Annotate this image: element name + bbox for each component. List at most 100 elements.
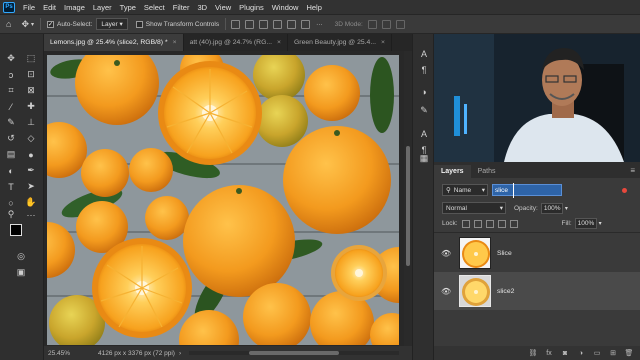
filter-toggle-icon[interactable] bbox=[622, 187, 627, 193]
more-tools-icon[interactable]: ··· bbox=[24, 208, 38, 221]
glyphs-panel-icon[interactable]: A bbox=[418, 128, 430, 140]
align-left-icon[interactable] bbox=[231, 19, 241, 29]
new-layer-icon[interactable]: ⊞ bbox=[608, 349, 618, 358]
move-tool-icon[interactable]: ✥ bbox=[4, 52, 18, 65]
dodge-icon[interactable]: ◐ bbox=[4, 164, 18, 177]
lasso-icon[interactable]: ↄ bbox=[4, 68, 18, 81]
document-canvas[interactable] bbox=[47, 55, 399, 345]
layer-thumbnail[interactable] bbox=[459, 237, 491, 269]
move-tool-icon[interactable]: ✥ bbox=[21, 19, 29, 30]
brush-settings-icon[interactable]: ✎ bbox=[418, 104, 430, 116]
chevron-down-icon[interactable]: ▾ bbox=[565, 205, 568, 212]
adjustments-panel-icon[interactable]: ◑ bbox=[418, 86, 430, 98]
horizontal-scrollbar[interactable] bbox=[189, 351, 400, 355]
tab-lemons[interactable]: Lemons.jpg @ 25.4% (slice2, RGB/8) * × bbox=[44, 34, 184, 51]
menu-help[interactable]: Help bbox=[302, 3, 325, 12]
chevron-down-icon[interactable]: ▾ bbox=[599, 220, 602, 227]
brush-icon[interactable]: ✎ bbox=[4, 116, 18, 129]
blur-icon[interactable]: ● bbox=[24, 148, 38, 161]
menu-view[interactable]: View bbox=[211, 3, 235, 12]
menu-layer[interactable]: Layer bbox=[89, 3, 116, 12]
foreground-color-swatch[interactable] bbox=[10, 224, 22, 236]
more-options-icon[interactable]: ··· bbox=[316, 21, 323, 28]
align-middle-icon[interactable] bbox=[287, 19, 297, 29]
crop-icon[interactable]: ⌗ bbox=[4, 84, 18, 97]
mask-icon[interactable]: ◙ bbox=[560, 349, 570, 358]
align-bottom-icon[interactable] bbox=[301, 19, 311, 29]
lock-all-icon[interactable] bbox=[509, 219, 518, 228]
menu-filter[interactable]: Filter bbox=[169, 3, 194, 12]
layer-name[interactable]: slice2 bbox=[497, 288, 514, 295]
vertical-scrollbar[interactable] bbox=[404, 51, 412, 346]
lock-artboard-icon[interactable] bbox=[497, 219, 506, 228]
fx-icon[interactable]: fx bbox=[544, 349, 554, 358]
tool-preset-chevron-icon[interactable]: ▾ bbox=[31, 21, 34, 28]
align-center-icon[interactable] bbox=[245, 19, 255, 29]
filter-type-select[interactable]: ⚲ Name ▾ bbox=[442, 184, 488, 196]
fill-input[interactable]: 100% bbox=[574, 218, 597, 229]
gradient-icon[interactable]: ▤ bbox=[4, 148, 18, 161]
canvas-area[interactable] bbox=[44, 51, 406, 346]
lock-transparent-icon[interactable] bbox=[461, 219, 470, 228]
trash-icon[interactable]: 🗑 bbox=[624, 349, 634, 358]
layer-row-slice2[interactable]: 👁 slice2 bbox=[434, 272, 640, 310]
menu-type[interactable]: Type bbox=[116, 3, 140, 12]
quick-mask-icon[interactable]: ◎ bbox=[14, 250, 28, 263]
tab-att40[interactable]: att (40).jpg @ 24.7% (RG... × bbox=[184, 34, 289, 51]
photoshop-logo[interactable]: Ps bbox=[3, 1, 15, 13]
adjustment-layer-icon[interactable]: ◑ bbox=[576, 349, 586, 358]
auto-select-checkbox[interactable]: ✓ Auto-Select: bbox=[47, 20, 92, 28]
path-select-icon[interactable]: ➤ bbox=[24, 180, 38, 193]
menu-plugins[interactable]: Plugins bbox=[235, 3, 268, 12]
menu-3d[interactable]: 3D bbox=[193, 3, 211, 12]
lock-pixels-icon[interactable] bbox=[473, 219, 482, 228]
menu-select[interactable]: Select bbox=[140, 3, 169, 12]
close-icon[interactable]: × bbox=[381, 39, 385, 46]
home-icon[interactable]: ⌂ bbox=[6, 19, 11, 29]
auto-select-target-select[interactable]: Layer ▾ bbox=[96, 18, 128, 30]
eye-icon[interactable]: 👁 bbox=[441, 249, 451, 258]
swatches-panel-icon[interactable]: ▦ bbox=[418, 152, 430, 164]
opacity-input[interactable]: 100% bbox=[540, 202, 563, 214]
panel-menu-icon[interactable]: ≡ bbox=[630, 166, 635, 175]
menu-window[interactable]: Window bbox=[268, 3, 303, 12]
menu-image[interactable]: Image bbox=[60, 3, 89, 12]
tab-paths[interactable]: Paths bbox=[471, 165, 503, 178]
screen-mode-icon[interactable]: ▣ bbox=[14, 266, 28, 279]
close-icon[interactable]: × bbox=[277, 39, 281, 46]
blend-mode-select[interactable]: Normal ▾ bbox=[442, 202, 506, 214]
eraser-icon[interactable]: ◇ bbox=[24, 132, 38, 145]
tab-layers[interactable]: Layers bbox=[434, 165, 471, 178]
character-panel-icon[interactable]: A bbox=[418, 48, 430, 60]
3d-pan-icon[interactable] bbox=[395, 19, 405, 29]
zoom-icon[interactable]: ⚲ bbox=[4, 208, 18, 221]
eyedropper-icon[interactable]: ⁄ bbox=[4, 100, 18, 113]
tab-green-beauty[interactable]: Green Beauty.jpg @ 25.4... × bbox=[288, 34, 392, 51]
menu-file[interactable]: File bbox=[19, 3, 39, 12]
zoom-level[interactable]: 25.45% bbox=[48, 350, 88, 357]
folder-icon[interactable]: ▭ bbox=[592, 349, 602, 358]
layer-row-slice[interactable]: 👁 Slice bbox=[434, 234, 640, 272]
object-select-icon[interactable]: ⊡ bbox=[24, 68, 38, 81]
link-icon[interactable]: ⛓ bbox=[528, 349, 538, 358]
scroll-thumb[interactable] bbox=[406, 146, 410, 266]
layer-thumbnail[interactable] bbox=[459, 275, 491, 307]
history-brush-icon[interactable]: ↺ bbox=[4, 132, 18, 145]
layer-name[interactable]: Slice bbox=[497, 250, 512, 257]
align-top-icon[interactable] bbox=[273, 19, 283, 29]
lock-position-icon[interactable] bbox=[485, 219, 494, 228]
align-right-icon[interactable] bbox=[259, 19, 269, 29]
eye-icon[interactable]: 👁 bbox=[441, 287, 451, 296]
layer-name-search-input[interactable]: slice bbox=[492, 183, 562, 198]
text-tool-icon[interactable]: T bbox=[4, 180, 18, 193]
pen-icon[interactable]: ✒ bbox=[24, 164, 38, 177]
close-icon[interactable]: × bbox=[173, 39, 177, 46]
3d-orbit-icon[interactable] bbox=[367, 19, 377, 29]
stamp-icon[interactable]: ⊥ bbox=[24, 116, 38, 129]
healing-icon[interactable]: ✚ bbox=[24, 100, 38, 113]
scroll-thumb[interactable] bbox=[249, 351, 340, 355]
paragraph-panel-icon[interactable]: ¶ bbox=[418, 64, 430, 76]
show-transform-controls-checkbox[interactable]: Show Transform Controls bbox=[135, 20, 219, 28]
menu-edit[interactable]: Edit bbox=[39, 3, 60, 12]
frame-icon[interactable]: ⊠ bbox=[24, 84, 38, 97]
